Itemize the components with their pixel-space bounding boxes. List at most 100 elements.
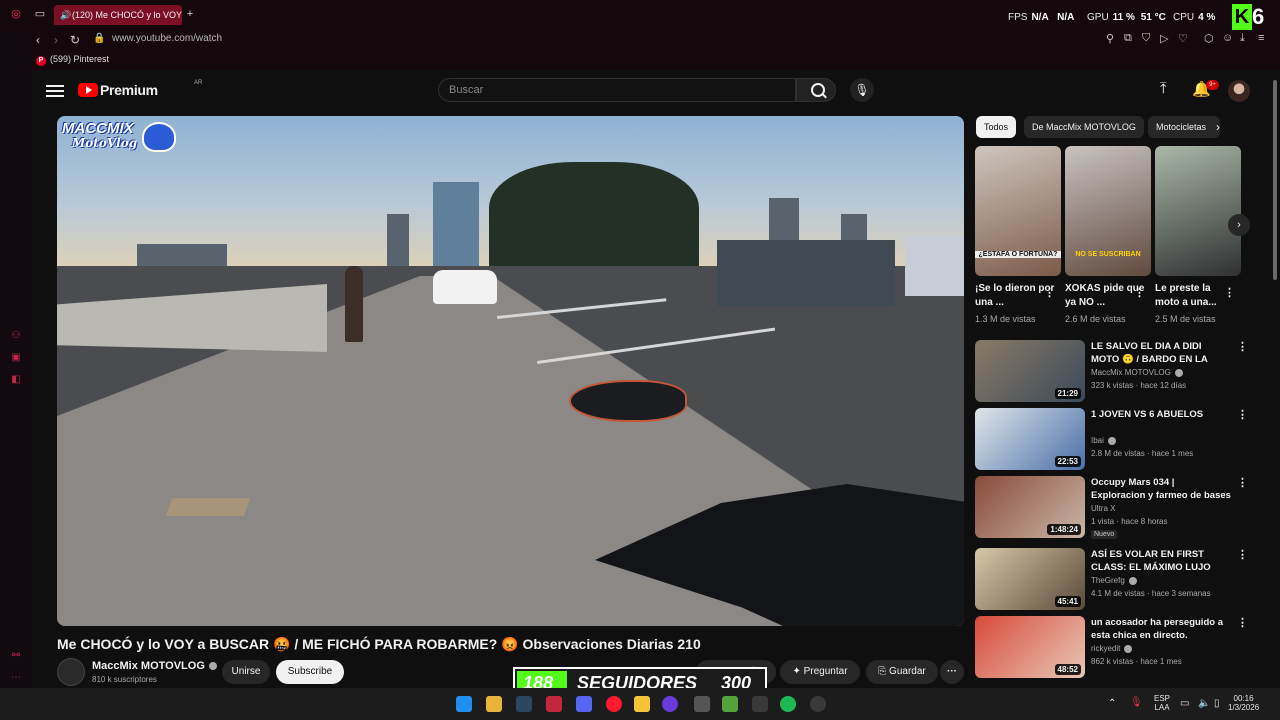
profile-icon[interactable]: ☺ <box>1222 32 1233 44</box>
steam-icon[interactable] <box>516 696 532 712</box>
rec-title[interactable]: LE SALVO EL DIA A DIDI MOTO 🙃 / BARDO EN… <box>1091 340 1231 366</box>
sparkle-icon: ✦ <box>792 666 804 677</box>
extensions-icon[interactable]: ⬡ <box>1204 32 1214 45</box>
rec-title[interactable]: ASÍ ES VOLAR EN FIRST CLASS: EL MÁXIMO L… <box>1091 548 1231 574</box>
url-field[interactable]: www.youtube.com/watch <box>112 33 222 44</box>
short-title[interactable]: XOKAS pide que ya NO ... <box>1065 282 1145 310</box>
bookmarks-bar: ⌂ P(599) Pinterest <box>0 50 1280 70</box>
kebab-icon[interactable]: ⋮ <box>1237 476 1248 489</box>
sidebar-app-icon-4[interactable]: ⚯ <box>10 650 22 662</box>
short-title[interactable]: Le preste la moto a una... <box>1155 282 1235 310</box>
channel-name-text: MaccMix MOTOVLOG <box>92 660 205 672</box>
file-explorer-icon[interactable] <box>486 696 502 712</box>
discord-icon[interactable] <box>576 696 592 712</box>
chip-next-icon[interactable]: › <box>1216 120 1220 134</box>
list-item[interactable]: 22:53 1 JOVEN VS 6 ABUELOS Ibai 2.8 M de… <box>975 408 1265 470</box>
menu-icon[interactable]: ≡ <box>1258 32 1264 44</box>
rec-title[interactable]: 1 JOVEN VS 6 ABUELOS <box>1091 408 1231 434</box>
upload-icon[interactable]: ⤒ <box>1160 80 1167 97</box>
chip-all[interactable]: Todos <box>976 116 1017 138</box>
app-icon[interactable] <box>546 696 562 712</box>
avatar[interactable] <box>1228 80 1250 102</box>
bookmark-pinterest[interactable]: P (599) Pinterest <box>36 54 109 66</box>
kebab-icon[interactable]: ⋮ <box>1237 340 1248 353</box>
list-item[interactable]: 21:29 LE SALVO EL DIA A DIDI MOTO 🙃 / BA… <box>975 340 1265 402</box>
snapshot-icon[interactable]: ⧉ <box>1124 32 1132 45</box>
shield-icon[interactable]: ⛉ <box>1142 32 1150 45</box>
verified-icon <box>1107 436 1116 445</box>
channel-name[interactable]: MaccMix MOTOVLOG <box>92 660 217 672</box>
sidebar-app-icon-1[interactable]: ⚇ <box>10 330 22 342</box>
shorts-next-icon[interactable]: › <box>1228 214 1250 236</box>
rec-title[interactable]: Occupy Mars 034 | Exploracion y farmeo d… <box>1091 476 1231 502</box>
mic-tray-icon[interactable]: 🎙 <box>1130 697 1143 708</box>
app-icon[interactable] <box>662 696 678 712</box>
app-icon[interactable] <box>752 696 768 712</box>
ask-button[interactable]: ✦ Preguntar <box>780 660 860 684</box>
opera-icon[interactable] <box>606 696 622 712</box>
scrollbar-thumb[interactable] <box>1273 80 1277 280</box>
sidebar-app-icon-2[interactable]: ▣ <box>10 352 22 364</box>
more-actions-button[interactable]: ··· <box>940 660 964 684</box>
volume-icon[interactable]: 🔈 <box>1198 698 1210 709</box>
chevron-up-icon[interactable]: ⌃ <box>1108 698 1116 709</box>
chip-channel[interactable]: De MaccMix MOTOVLOG <box>1024 116 1144 138</box>
minecraft-icon[interactable] <box>722 696 738 712</box>
video-player[interactable]: MACCMIX MotoVlog <box>57 116 964 626</box>
chip-motorcycles[interactable]: Motocicletas <box>1148 116 1220 138</box>
app-icon[interactable] <box>634 696 650 712</box>
download-icon[interactable]: ⤓ <box>1240 32 1245 45</box>
kebab-icon[interactable]: ⋮ <box>1237 408 1248 421</box>
search-input[interactable]: Buscar <box>438 78 796 102</box>
pin-icon[interactable]: ⚲ <box>1106 32 1114 45</box>
channel-avatar[interactable] <box>57 658 85 686</box>
speaker-icon[interactable]: 🔊 <box>60 5 71 25</box>
short-title[interactable]: ¡Se lo dieron por una ... <box>975 282 1055 310</box>
kebab-icon[interactable]: ⋮ <box>1044 286 1055 299</box>
back-icon[interactable]: ‹ <box>36 33 40 47</box>
video-thumbnail[interactable]: 45:41 <box>975 548 1085 610</box>
search-icon[interactable] <box>796 78 836 102</box>
new-tab-button[interactable]: + <box>184 8 196 20</box>
heart-icon[interactable]: ♡ <box>1178 32 1188 45</box>
join-button[interactable]: Unirse <box>222 660 270 684</box>
list-item[interactable]: 48:52 un acosador ha perseguido a esta c… <box>975 616 1265 678</box>
battery-icon[interactable]: ▯ <box>1214 698 1220 709</box>
tab-youtube[interactable]: 🔊 (120) Me CHOCÓ y lo VOY a BUSCAR <box>54 5 182 25</box>
short-thumbnail[interactable]: ¿ESTAFA O FORTUNA? <box>975 146 1061 276</box>
short-caption: NO SE SUSCRIBAN <box>1075 251 1141 258</box>
verified-icon <box>1174 368 1183 377</box>
video-thumbnail[interactable]: 22:53 <box>975 408 1085 470</box>
list-item[interactable]: 1:48:24 Occupy Mars 034 | Exploracion y … <box>975 476 1265 539</box>
guide-menu-button[interactable] <box>46 82 64 98</box>
mic-icon[interactable]: 🎙 <box>850 78 874 102</box>
workspaces-icon[interactable]: ▭ <box>34 8 46 20</box>
language-indicator[interactable]: ESP LAA <box>1154 694 1170 712</box>
kebab-icon[interactable]: ⋮ <box>1237 616 1248 629</box>
windows-start-icon[interactable] <box>456 696 472 712</box>
video-thumbnail[interactable]: 48:52 <box>975 616 1085 678</box>
video-thumbnail[interactable]: 1:48:24 <box>975 476 1085 538</box>
save-button[interactable]: ⎘ Guardar <box>866 660 938 684</box>
video-thumbnail[interactable]: 21:29 <box>975 340 1085 402</box>
kebab-icon[interactable]: ⋮ <box>1237 548 1248 561</box>
app-icon[interactable] <box>694 696 710 712</box>
opera-logo-icon[interactable]: ◎ <box>10 8 22 20</box>
reload-icon[interactable]: ↻ <box>70 33 80 47</box>
forward-icon[interactable]: › <box>54 33 58 47</box>
sidebar-more-icon[interactable]: ⋯ <box>10 672 22 684</box>
clock[interactable]: 00:16 1/3/2026 <box>1228 694 1259 712</box>
rec-title[interactable]: un acosador ha perseguido a esta chica e… <box>1091 616 1231 642</box>
kebab-icon[interactable]: ⋮ <box>1224 286 1235 299</box>
network-icon[interactable]: ▭ <box>1180 698 1189 709</box>
sidebar-app-icon-3[interactable]: ◧ <box>10 374 22 386</box>
short-thumbnail[interactable] <box>1155 146 1241 276</box>
kebab-icon[interactable]: ⋮ <box>1134 286 1145 299</box>
obs-icon[interactable] <box>810 696 826 712</box>
short-thumbnail[interactable]: NO SE SUSCRIBAN <box>1065 146 1151 276</box>
player-icon[interactable]: ▷ <box>1160 32 1168 45</box>
subscribe-button[interactable]: Subscribe <box>276 660 344 684</box>
spotify-icon[interactable] <box>780 696 796 712</box>
list-item[interactable]: 45:41 ASÍ ES VOLAR EN FIRST CLASS: EL MÁ… <box>975 548 1265 610</box>
tab-title: (120) Me CHOCÓ y lo VOY a BUSCAR <box>72 10 182 20</box>
